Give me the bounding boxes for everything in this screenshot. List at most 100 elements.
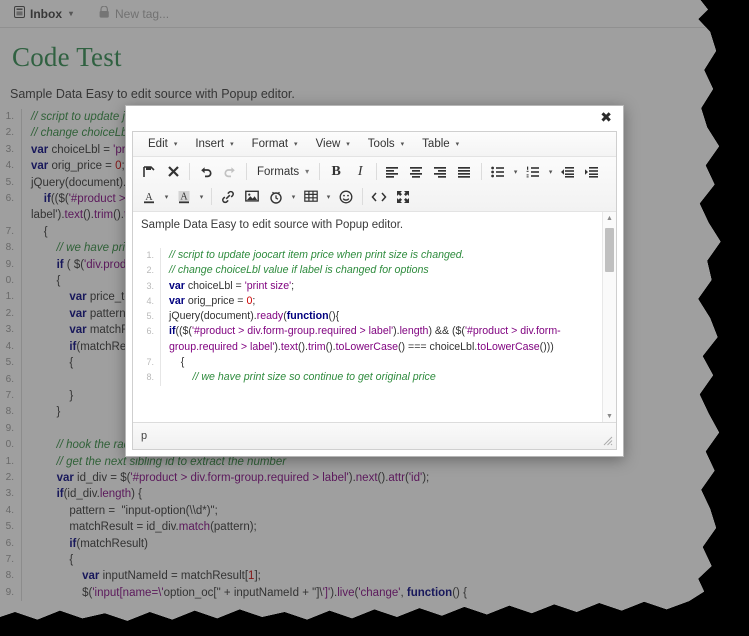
line-number: 5. [141,309,161,325]
background-color-icon[interactable]: A [172,186,196,207]
editor-menubar: Edit ▾ Insert ▾ Format ▾ View ▾ Tools ▾ Table ▾ [133,132,616,157]
code-text: jQuery(document).ready(function(){ [169,310,340,323]
line-number: 6. [141,324,161,356]
editor-code-block: 1. // script to update joocart item price… [141,248,594,386]
editor-body[interactable]: Sample Data Easy to edit source with Pop… [133,212,616,423]
numbered-list-icon[interactable] [521,161,545,182]
outdent-icon[interactable] [556,161,580,182]
menu-format[interactable]: Format ▾ [243,135,307,153]
menu-table-label: Table [422,138,450,150]
toolbar-row-2: A ▾ A ▾ ▾ ▾ [137,184,612,209]
bold-icon[interactable]: B [324,161,348,182]
menu-view[interactable]: View ▾ [307,135,359,153]
editor-content[interactable]: Sample Data Easy to edit source with Pop… [133,212,602,422]
formats-label: Formats [257,165,300,178]
code-text: // script to update joocart item price w… [169,249,465,261]
editor-code-line: 8. // we have print size so continue to … [141,370,594,386]
code-text: var choiceLbl = 'print size'; [169,279,295,292]
image-icon[interactable] [240,186,264,207]
indent-icon[interactable] [580,161,604,182]
line-number: 8. [141,370,161,386]
menu-table[interactable]: Table ▾ [413,135,468,153]
resize-grip[interactable] [603,436,613,446]
chevron-down-icon: ▾ [346,141,350,148]
editor-code-line: 5. jQuery(document).ready(function(){ [141,309,594,325]
remove-icon[interactable] [161,161,185,182]
align-center-icon[interactable] [405,161,429,182]
numbered-list-caret-icon[interactable]: ▾ [545,168,556,176]
torn-canvas: Inbox ▾ New tag... Code Test Sample Data… [0,0,749,636]
editor-code-line: 1. // script to update joocart item price… [141,248,594,264]
editor-statusbar: p [133,423,616,449]
editor-code-line: 6. if(($('#product > div.form-group.requ… [141,324,594,356]
text-color-icon[interactable]: A [137,186,161,207]
svg-text:A: A [145,192,153,203]
fullscreen-icon[interactable] [391,186,415,207]
toolbar-separator [376,163,378,180]
editor-code-line: 2. // change choiceLbl value if label is … [141,263,594,279]
menu-view-label: View [315,138,341,150]
code-text: if(($('#product > div.form-group.require… [169,325,561,353]
align-right-icon[interactable] [429,161,453,182]
toolbar-separator [319,163,321,180]
dialog-header: ✖ [126,106,623,131]
menu-edit-label: Edit [148,138,168,150]
toolbar-separator [362,188,363,205]
align-justify-icon[interactable] [453,161,477,182]
table-icon[interactable] [299,186,323,207]
chevron-down-icon: ▾ [400,141,405,148]
editor-scrollbar[interactable]: ▲ ▼ [602,212,616,422]
redo-icon [218,161,242,182]
save-icon[interactable] [137,161,161,182]
undo-icon[interactable] [194,161,218,182]
toolbar-separator [211,188,212,205]
svg-text:A: A [180,191,188,202]
bullet-list-icon[interactable] [486,161,510,182]
link-icon[interactable] [216,186,240,207]
align-left-icon[interactable] [381,161,405,182]
code-text: var orig_price = 0; [169,294,256,307]
code-text: // change choiceLbl value if label is ch… [169,264,429,277]
menu-tools[interactable]: Tools ▾ [359,135,413,153]
insert-time-icon[interactable] [264,186,288,207]
editor-toolbar: Formats ▾ B I ▾ ▾ A ▾ A ▾ ▾ ▾ [133,157,616,212]
text-color-caret-icon[interactable]: ▾ [161,193,172,201]
toolbar-separator [246,163,247,180]
menu-tools-label: Tools [367,138,395,150]
editor-code-line: 3. var choiceLbl = 'print size'; [141,278,594,294]
menu-insert-label: Insert [195,138,225,150]
line-number: 1. [141,248,161,264]
editor-paragraph: Sample Data Easy to edit source with Pop… [141,219,404,231]
line-number: 7. [141,355,161,371]
source-editor-dialog: ✖ Edit ▾ Insert ▾ Format ▾ View ▾ Tools ▾ Table ▾ [125,105,624,457]
element-path[interactable]: p [141,430,147,442]
menu-insert[interactable]: Insert ▾ [186,135,242,153]
menu-format-label: Format [251,138,289,150]
italic-icon[interactable]: I [348,161,372,182]
code-text: // we have print size so continue to get… [169,371,436,384]
close-icon[interactable]: ✖ [600,111,612,125]
scrollbar-thumb[interactable] [605,228,614,272]
chevron-down-icon: ▾ [173,141,178,148]
menu-edit[interactable]: Edit ▾ [139,135,186,153]
line-number: 2. [141,263,161,279]
scroll-down-icon[interactable]: ▼ [603,410,616,422]
source-code-icon[interactable] [367,186,391,207]
chevron-down-icon: ▾ [305,167,310,176]
line-number: 4. [141,293,161,310]
emoticon-icon[interactable] [334,186,358,207]
background-color-caret-icon[interactable]: ▾ [196,193,207,201]
code-text: { [169,356,185,369]
chevron-down-icon: ▾ [294,141,298,148]
editor-code-line: 4. var orig_price = 0; [141,293,594,310]
editor-code-line: 7. { [141,355,594,371]
chevron-down-icon: ▾ [230,141,234,148]
insert-time-caret-icon[interactable]: ▾ [288,193,299,201]
tinymce-editor: Edit ▾ Insert ▾ Format ▾ View ▾ Tools ▾ Table ▾ [132,131,617,450]
toolbar-separator [189,163,190,180]
scroll-up-icon[interactable]: ▲ [603,212,616,224]
table-caret-icon[interactable]: ▾ [323,193,334,201]
toolbar-separator [481,163,483,180]
formats-button[interactable]: Formats ▾ [251,161,315,182]
bullet-list-caret-icon[interactable]: ▾ [510,168,521,176]
